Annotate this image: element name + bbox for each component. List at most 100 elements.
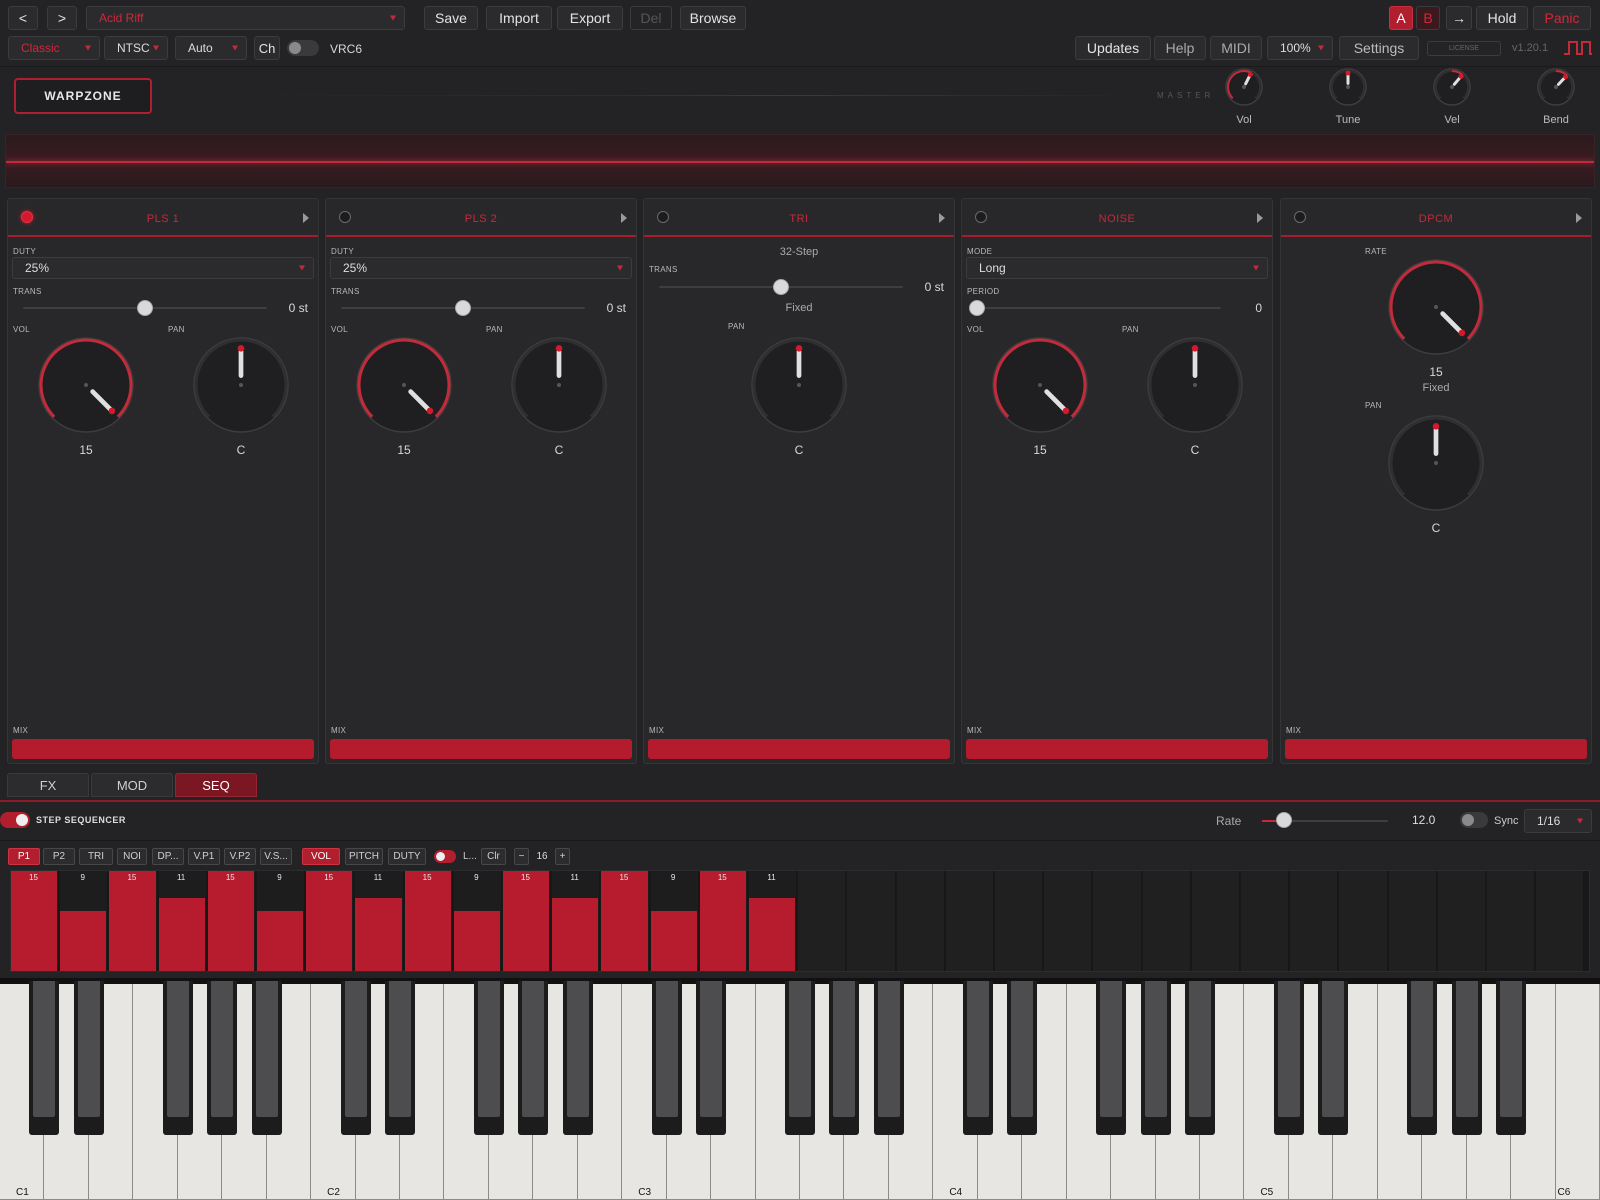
- region-select[interactable]: NTSC: [104, 36, 168, 60]
- black-key[interactable]: [962, 981, 993, 1135]
- import-button[interactable]: Import: [486, 6, 552, 30]
- black-key[interactable]: [29, 981, 60, 1135]
- length-increment-button[interactable]: +: [555, 848, 570, 865]
- midi-button[interactable]: MIDI: [1210, 36, 1262, 60]
- step-bar[interactable]: [109, 871, 156, 971]
- lane-chip-noi[interactable]: NOI: [117, 848, 147, 865]
- mode-select[interactable]: Long: [966, 257, 1268, 279]
- pan-knob[interactable]: [188, 332, 294, 438]
- pan-knob[interactable]: [506, 332, 612, 438]
- duty-select[interactable]: 25%: [12, 257, 314, 279]
- step-bar[interactable]: [60, 911, 107, 971]
- black-key[interactable]: [1140, 981, 1171, 1135]
- black-key[interactable]: [562, 981, 593, 1135]
- step-cell[interactable]: [1142, 871, 1191, 971]
- tab-fx[interactable]: FX: [7, 773, 89, 797]
- hold-button[interactable]: Hold: [1476, 6, 1528, 30]
- step-bar[interactable]: [404, 871, 451, 971]
- save-button[interactable]: Save: [424, 6, 478, 30]
- export-button[interactable]: Export: [557, 6, 623, 30]
- black-key[interactable]: [873, 981, 904, 1135]
- step-cell[interactable]: [1290, 871, 1339, 971]
- ab-copy-button[interactable]: →: [1446, 6, 1472, 30]
- pan-knob[interactable]: [1142, 332, 1248, 438]
- step-bar[interactable]: [601, 871, 648, 971]
- step-bar[interactable]: [650, 911, 697, 971]
- ab-a-button[interactable]: A: [1389, 6, 1413, 30]
- transpose-slider-thumb[interactable]: [773, 279, 789, 295]
- black-key[interactable]: [518, 981, 549, 1135]
- volume-knob[interactable]: [351, 332, 457, 438]
- black-key[interactable]: [162, 981, 193, 1135]
- loop-toggle[interactable]: [434, 850, 456, 863]
- channel-button[interactable]: Ch: [254, 36, 280, 60]
- step-cell[interactable]: [1093, 871, 1142, 971]
- step-cell[interactable]: [1241, 871, 1290, 971]
- settings-button[interactable]: Settings: [1339, 36, 1419, 60]
- black-key[interactable]: [73, 981, 104, 1135]
- expand-arrow-icon[interactable]: [621, 213, 627, 223]
- param-chip-pitch[interactable]: PITCH: [345, 848, 383, 865]
- auto-select[interactable]: Auto: [175, 36, 247, 60]
- step-cell[interactable]: [896, 871, 945, 971]
- expand-arrow-icon[interactable]: [1257, 213, 1263, 223]
- step-bar[interactable]: [306, 871, 353, 971]
- expand-arrow-icon[interactable]: [303, 213, 309, 223]
- lane-chip-p1[interactable]: P1: [8, 848, 40, 865]
- tab-mod[interactable]: MOD: [91, 773, 173, 797]
- panic-button[interactable]: Panic: [1533, 6, 1591, 30]
- black-key[interactable]: [829, 981, 860, 1135]
- step-bar[interactable]: [453, 911, 500, 971]
- mix-bar[interactable]: [966, 739, 1268, 759]
- length-decrement-button[interactable]: −: [514, 848, 529, 865]
- step-bar[interactable]: [749, 897, 796, 971]
- black-key[interactable]: [251, 981, 282, 1135]
- black-key[interactable]: [1185, 981, 1215, 1135]
- master-vel-knob[interactable]: [1428, 63, 1476, 111]
- transpose-slider-thumb[interactable]: [455, 300, 471, 316]
- step-cell[interactable]: [945, 871, 994, 971]
- mix-bar[interactable]: [1285, 739, 1587, 759]
- black-key[interactable]: [385, 981, 415, 1135]
- duty-select[interactable]: 25%: [330, 257, 632, 279]
- period-slider[interactable]: [977, 307, 1221, 309]
- ab-b-button[interactable]: B: [1416, 6, 1440, 30]
- vrc6-toggle[interactable]: [287, 40, 319, 56]
- step-cell[interactable]: [1388, 871, 1437, 971]
- expand-arrow-icon[interactable]: [1576, 213, 1582, 223]
- license-button[interactable]: LICENSE: [1427, 41, 1501, 56]
- volume-knob[interactable]: [33, 332, 139, 438]
- lane-chip-vp1[interactable]: V.P1: [188, 848, 220, 865]
- param-chip-duty[interactable]: DUTY: [388, 848, 426, 865]
- step-grid[interactable]: 15 9 15 11 15 9 15 11 15 9 15 11 15 9 15 11: [10, 870, 1590, 972]
- white-key[interactable]: [1555, 984, 1600, 1200]
- step-cell[interactable]: [1536, 871, 1585, 971]
- rate-slider-thumb[interactable]: [1276, 812, 1292, 828]
- division-select[interactable]: 1/16: [1524, 809, 1592, 833]
- warpzone-logo[interactable]: WARPZONE: [14, 78, 152, 114]
- help-button[interactable]: Help: [1154, 36, 1206, 60]
- param-chip-vol[interactable]: VOL: [302, 848, 340, 865]
- tab-seq[interactable]: SEQ: [175, 773, 257, 797]
- step-cell[interactable]: [1339, 871, 1388, 971]
- expand-arrow-icon[interactable]: [939, 213, 945, 223]
- lane-chip-p2[interactable]: P2: [43, 848, 75, 865]
- mix-bar[interactable]: [648, 739, 950, 759]
- mix-bar[interactable]: [330, 739, 632, 759]
- lane-chip-vp2[interactable]: V.P2: [224, 848, 256, 865]
- black-key[interactable]: [1318, 981, 1349, 1135]
- black-key[interactable]: [1407, 981, 1438, 1135]
- rate-knob[interactable]: [1383, 254, 1489, 360]
- step-cell[interactable]: [1044, 871, 1093, 971]
- step-bar[interactable]: [699, 871, 746, 971]
- step-cell[interactable]: [847, 871, 896, 971]
- step-bar[interactable]: [503, 871, 550, 971]
- black-key[interactable]: [340, 981, 371, 1135]
- black-key[interactable]: [473, 981, 504, 1135]
- zoom-select[interactable]: 100%: [1267, 36, 1333, 60]
- volume-knob[interactable]: [987, 332, 1093, 438]
- lane-chip-tri[interactable]: TRI: [79, 848, 113, 865]
- period-slider-thumb[interactable]: [969, 300, 985, 316]
- pan-knob[interactable]: [1383, 410, 1489, 516]
- black-key[interactable]: [785, 981, 815, 1135]
